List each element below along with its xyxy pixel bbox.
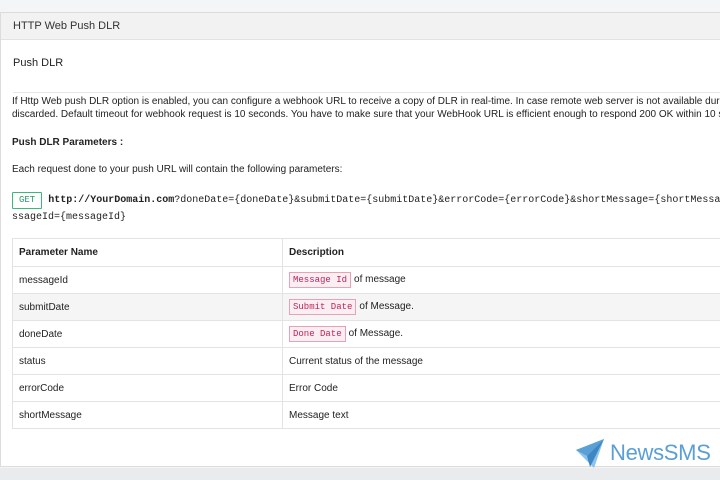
newssms-logo: NewsSMS xyxy=(574,436,714,472)
description-paragraph: If Http Web push DLR option is enabled, … xyxy=(12,95,720,121)
panel-title: HTTP Web Push DLR xyxy=(1,13,720,40)
param-name: messageId xyxy=(12,266,283,294)
description-line: discarded. Default timeout for webhook r… xyxy=(12,109,720,120)
logo-text: NewsSMS xyxy=(610,440,711,465)
table-row: submitDate Submit Date of Message. xyxy=(12,293,720,321)
param-description: Message text xyxy=(282,401,720,429)
url-domain: http://YourDomain.com xyxy=(48,195,175,206)
param-description: Error Code xyxy=(282,374,720,402)
column-header-name: Parameter Name xyxy=(12,238,283,267)
divider xyxy=(13,92,720,93)
description-text: of message xyxy=(354,274,406,285)
param-name: shortMessage xyxy=(12,401,283,429)
table-row: messageId Message Id of message xyxy=(12,266,720,294)
code-tag: Submit Date xyxy=(289,299,357,315)
paper-plane-logo-icon xyxy=(576,439,604,468)
table-row: status Current status of the message xyxy=(12,347,720,375)
description-text: of Message. xyxy=(359,301,414,312)
each-request-text: Each request done to your push URL will … xyxy=(12,164,343,175)
table-header-row: Parameter Name Description xyxy=(12,238,720,267)
url-example: GET http://YourDomain.com?doneDate={doneD… xyxy=(12,192,720,226)
table-row: errorCode Error Code xyxy=(12,374,720,402)
param-description: Done Date of Message. xyxy=(282,320,720,348)
param-description: Message Id of message xyxy=(282,266,720,294)
get-method-badge: GET xyxy=(12,192,43,209)
section-title: Push DLR xyxy=(13,57,64,69)
url-query: ?doneDate={doneDate}&submitDate={submitD… xyxy=(174,195,720,206)
param-description: Submit Date of Message. xyxy=(282,293,720,321)
param-name: submitDate xyxy=(12,293,283,321)
description-text: of Message. xyxy=(348,328,404,339)
code-tag: Done Date xyxy=(289,326,346,342)
param-description: Current status of the message xyxy=(282,347,720,375)
url-query-continued: ssageId={messageId} xyxy=(12,212,127,223)
param-name: doneDate xyxy=(12,320,283,348)
code-tag: Message Id xyxy=(289,272,352,288)
description-line: If Http Web push DLR option is enabled, … xyxy=(12,96,720,107)
param-name: status xyxy=(12,347,283,375)
table-row: doneDate Done Date of Message. xyxy=(12,320,720,348)
params-heading: Push DLR Parameters : xyxy=(12,137,124,148)
param-name: errorCode xyxy=(12,374,283,402)
params-table: Parameter Name Description messageId Mes… xyxy=(12,238,720,429)
column-header-description: Description xyxy=(282,238,720,267)
table-row: shortMessage Message text xyxy=(12,401,720,429)
